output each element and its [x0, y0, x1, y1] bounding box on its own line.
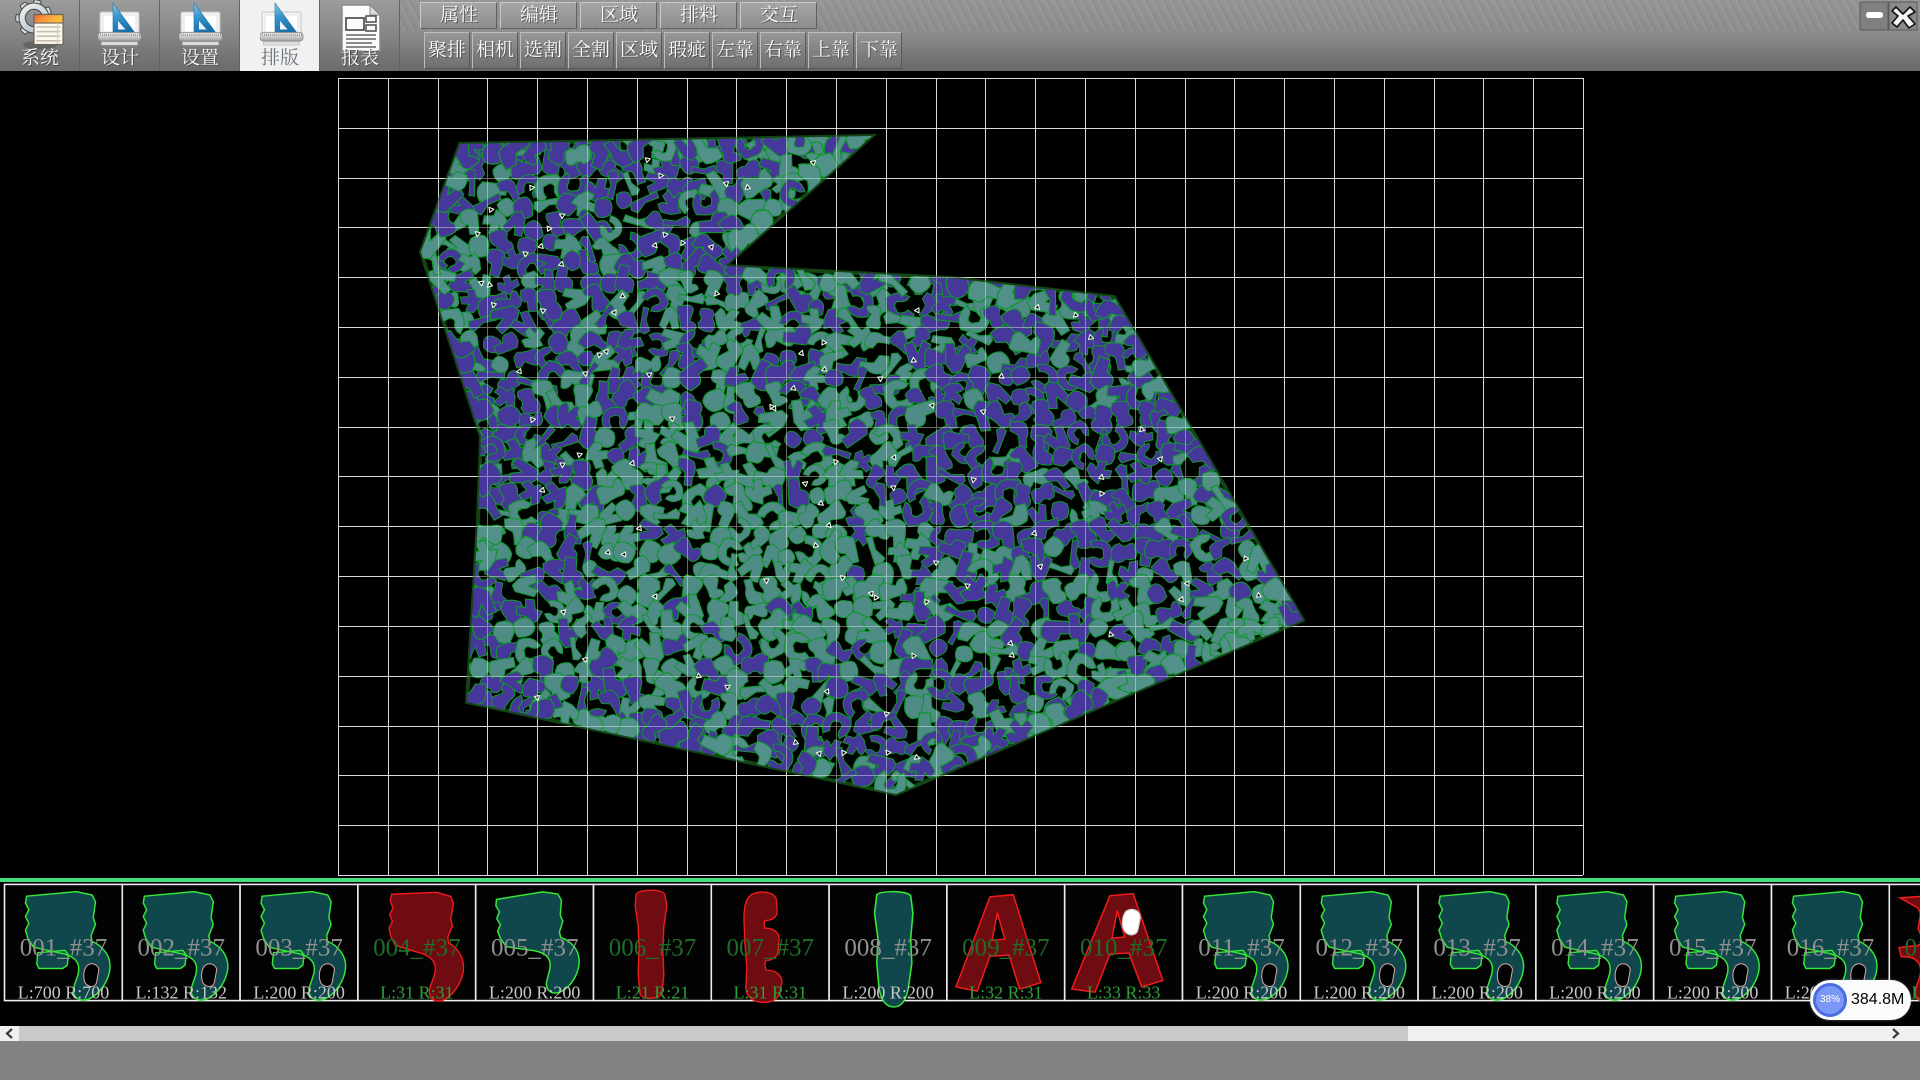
svg-text:017_#37: 017_#37 — [1905, 934, 1920, 961]
svg-text:L:200 R:200: L:200 R:200 — [1549, 982, 1641, 1002]
svg-text:013_#37: 013_#37 — [1433, 934, 1521, 961]
svg-text:L:200 R:200: L:200 R:200 — [1431, 982, 1523, 1002]
svg-text:L:700 R:700: L:700 R:700 — [18, 982, 110, 1002]
svg-text:L:200 R:200: L:200 R:200 — [253, 982, 345, 1002]
svg-text:L:31 R:31: L:31 R:31 — [734, 982, 808, 1002]
svg-text:L:31 R:31: L:31 R:31 — [380, 982, 454, 1002]
svg-text:011_#37: 011_#37 — [1198, 934, 1285, 961]
svg-text:004_#37: 004_#37 — [373, 934, 461, 961]
svg-text:L:31 R:31: L:31 R:31 — [1912, 982, 1920, 1002]
svg-text:002_#37: 002_#37 — [138, 934, 226, 961]
svg-text:L:32 R:31: L:32 R:31 — [969, 982, 1043, 1002]
svg-text:L:33 R:33: L:33 R:33 — [1087, 982, 1161, 1002]
svg-text:010_#37: 010_#37 — [1080, 934, 1168, 961]
svg-text:L:200 R:200: L:200 R:200 — [1314, 982, 1406, 1002]
svg-text:L:200 R:200: L:200 R:200 — [842, 982, 934, 1002]
svg-text:L:132 R:132: L:132 R:132 — [136, 982, 228, 1002]
svg-text:L:200 R:200: L:200 R:200 — [1667, 982, 1759, 1002]
svg-text:006_#37: 006_#37 — [609, 934, 697, 961]
svg-text:L:200 R:200: L:200 R:200 — [489, 982, 581, 1002]
svg-text:L:21 R:21: L:21 R:21 — [616, 982, 690, 1002]
svg-text:009_#37: 009_#37 — [962, 934, 1050, 961]
svg-text:003_#37: 003_#37 — [255, 934, 343, 961]
svg-text:015_#37: 015_#37 — [1669, 934, 1757, 961]
svg-text:005_#37: 005_#37 — [491, 934, 579, 961]
svg-text:007_#37: 007_#37 — [727, 934, 815, 961]
svg-text:012_#37: 012_#37 — [1316, 934, 1404, 961]
svg-text:016_#37: 016_#37 — [1787, 934, 1875, 961]
svg-text:L:200 R:200: L:200 R:200 — [1196, 982, 1288, 1002]
svg-text:008_#37: 008_#37 — [844, 934, 932, 961]
svg-text:001_#37: 001_#37 — [20, 934, 108, 961]
svg-text:014_#37: 014_#37 — [1551, 934, 1639, 961]
